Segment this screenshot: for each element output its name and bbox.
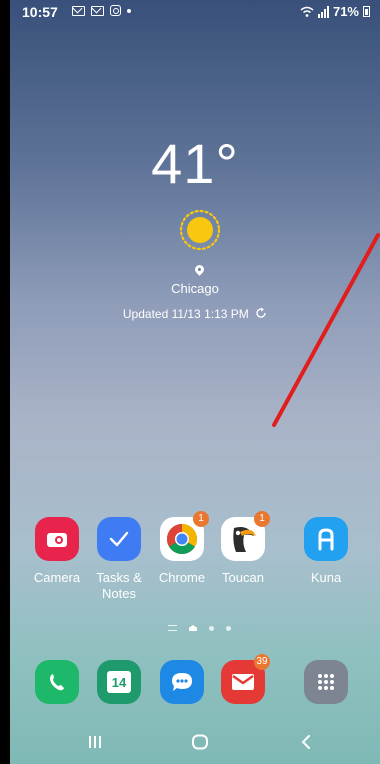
weather-updated[interactable]: Updated 11/13 1:13 PM [10,307,380,321]
back-icon [301,735,310,749]
gmail-icon [72,5,85,16]
back-button[interactable] [286,730,326,754]
chrome-icon: 1 [160,511,209,561]
check-icon [97,517,141,561]
system-status: 71% [300,4,370,19]
kuna-icon [304,517,348,561]
home-icon [192,734,208,750]
phone-icon [35,660,79,704]
battery-icon [363,6,370,17]
notification-badge: 1 [193,511,209,527]
app-label: Camera [33,570,81,585]
home-screen: 10:57 71% 41° Chicago Updated 11/13 1:13… [10,0,380,764]
battery-percent: 71% [332,4,359,19]
status-time: 10:57 [22,4,58,20]
notification-badge: 1 [254,511,270,527]
dock-apps[interactable] [294,660,358,704]
signal-icon [317,5,329,18]
message-icon [160,660,204,704]
toucan-icon: 1 [221,511,270,561]
location-pin-icon [193,263,206,276]
sun-icon[interactable] [177,207,223,253]
email-icon: 39 [221,654,270,704]
calendar-date: 14 [111,675,127,690]
page-indicator[interactable] [168,625,231,631]
mail-icon [91,5,104,16]
home-button[interactable] [180,730,220,754]
calendar-icon: 14 [97,660,141,704]
app-label: Toucan [222,570,264,585]
page-dot [226,625,231,631]
status-bar: 10:57 71% [10,0,380,26]
annotation-stroke [272,233,380,427]
app-chrome[interactable]: 1 Chrome [150,511,214,586]
app-grid-icon [304,660,348,704]
wifi-icon [300,6,314,17]
notification-badge: 39 [254,654,270,670]
instagram-icon [110,5,121,16]
app-kuna[interactable]: Kuna [294,517,358,586]
dock-calendar[interactable]: 14 [87,660,151,704]
navigation-bar [10,720,380,764]
weather-location[interactable]: Chicago [10,281,380,296]
notification-icons [72,5,131,16]
dock-messages[interactable] [150,660,214,704]
recent-apps-button[interactable] [75,730,115,754]
app-label: Kuna [310,570,342,585]
home-page-dot [189,625,197,631]
app-tasks-notes[interactable]: Tasks & Notes [87,517,151,602]
refresh-icon[interactable] [255,307,267,319]
weather-updated-text: Updated 11/13 1:13 PM [122,307,249,321]
recent-apps-icon [89,736,101,748]
dock-phone[interactable] [25,660,89,704]
page-list-icon [168,625,177,631]
page-dot [209,625,214,631]
more-dot-icon [127,8,131,13]
app-camera[interactable]: Camera [25,517,89,586]
app-label: Tasks & Notes [96,570,142,601]
weather-temperature[interactable]: 41° [10,132,380,196]
app-toucan[interactable]: 1 Toucan [211,511,275,586]
app-label: Chrome [158,570,206,585]
dock-email[interactable]: 39 [211,654,275,704]
camera-icon [35,517,79,561]
